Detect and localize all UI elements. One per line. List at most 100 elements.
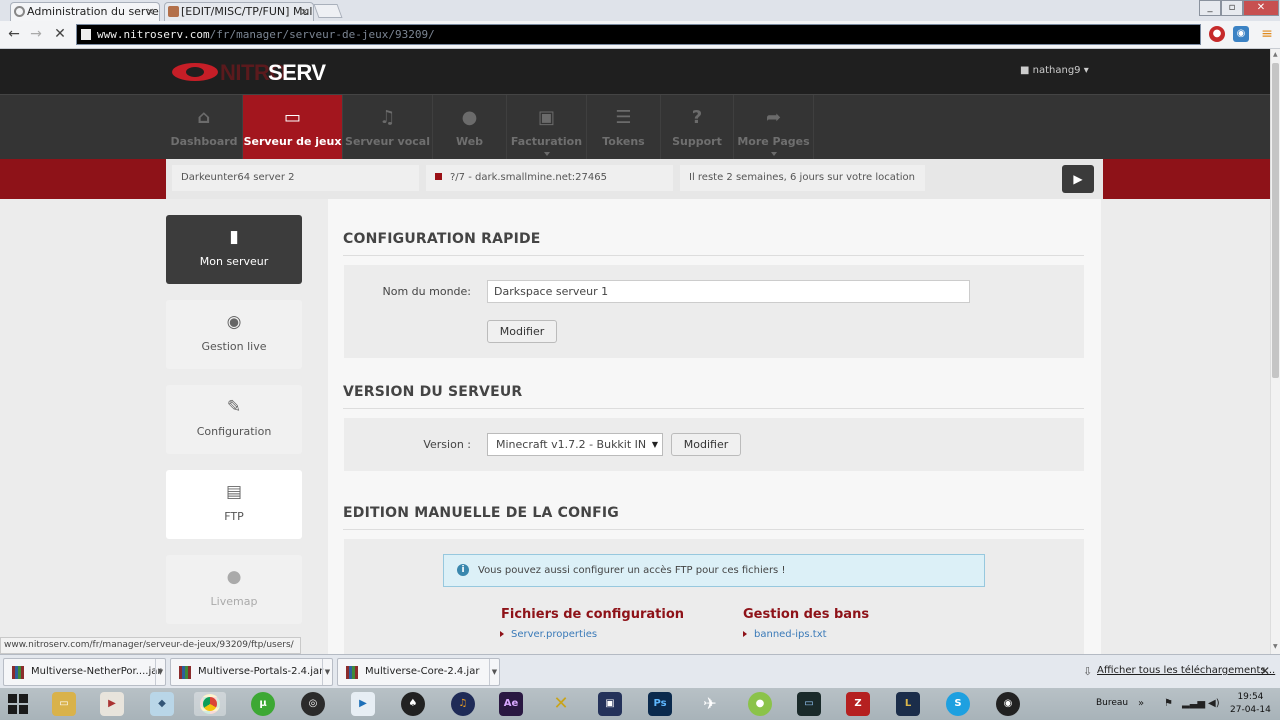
download-item[interactable]: Multiverse-NetherPor....jar ▼: [3, 658, 166, 686]
desktop-toolbar-label[interactable]: Bureau: [1096, 698, 1128, 708]
archive-icon: [346, 666, 358, 679]
config-file-link[interactable]: Server.properties: [500, 629, 597, 640]
app-icon[interactable]: ◎: [301, 692, 325, 716]
app-icon[interactable]: ✈: [698, 692, 722, 716]
new-tab-button[interactable]: [313, 4, 343, 18]
windows-start-icon[interactable]: [8, 694, 28, 714]
chevron-down-icon[interactable]: ▼: [322, 659, 332, 685]
sidebar-item-label: Configuration: [196, 425, 272, 438]
file-icon: ▤: [225, 482, 243, 502]
nav-label: Support: [672, 135, 722, 148]
url-path: /fr/manager/serveur-de-jeux/93209/: [209, 28, 435, 41]
app-icon[interactable]: ●: [748, 692, 772, 716]
page-scrollbar[interactable]: ▲ ▼: [1270, 49, 1280, 654]
chevron-down-icon: [543, 152, 550, 156]
sidebar-item-label: Mon serveur: [199, 255, 269, 268]
modifier-world-button[interactable]: Modifier: [487, 320, 557, 343]
app-icon[interactable]: ▭: [797, 692, 821, 716]
network-icon[interactable]: ▂▃▅: [1182, 698, 1205, 709]
file-explorer-icon[interactable]: ▭: [52, 692, 76, 716]
minimize-icon[interactable]: _: [1199, 0, 1221, 16]
close-icon[interactable]: ✕: [1260, 664, 1270, 678]
browser-tab[interactable]: [EDIT/MISC/TP/FUN] Mul ×: [164, 2, 314, 21]
tab-close-icon[interactable]: ×: [300, 3, 309, 20]
extension-icon[interactable]: ●: [1209, 26, 1225, 42]
flag-icon[interactable]: ⚑: [1164, 698, 1173, 709]
filezilla-icon[interactable]: Z: [846, 692, 870, 716]
nav-serveur-vocal[interactable]: ♫ Serveur vocal: [343, 95, 433, 160]
app-icon[interactable]: ♠: [401, 692, 425, 716]
nav-label: Serveur vocal: [345, 135, 430, 148]
chevron-down-icon[interactable]: ▼: [155, 659, 165, 685]
windows-taskbar: ▭ ▶ ◆ µ ◎ ▶ ♠ ♫ Ae ✕ ▣ Ps ✈ ● ▭ Z L S ◉ …: [0, 688, 1280, 720]
scroll-up-icon[interactable]: ▲: [1273, 51, 1278, 58]
window-close-icon[interactable]: ✕: [1243, 0, 1279, 16]
world-name-input[interactable]: Darkspace serveur 1: [487, 280, 970, 303]
maximize-icon[interactable]: ▫: [1221, 0, 1243, 16]
site-favicon-icon: [168, 6, 179, 17]
after-effects-icon[interactable]: Ae: [499, 692, 523, 716]
extension-icon[interactable]: ◉: [1233, 26, 1249, 42]
server-name: Darkeunter64 server 2: [172, 165, 419, 191]
obs-icon[interactable]: ◉: [996, 692, 1020, 716]
sidebar-item-gestion-live[interactable]: ◉ Gestion live: [166, 300, 302, 369]
forward-icon[interactable]: →: [27, 26, 45, 42]
section-title-quick-config: CONFIGURATION RAPIDE: [343, 231, 541, 247]
nav-web[interactable]: ● Web: [433, 95, 507, 160]
tab-close-icon[interactable]: ×: [146, 3, 155, 20]
play-icon[interactable]: ▶: [1062, 165, 1094, 193]
media-player-icon[interactable]: ▶: [100, 692, 124, 716]
sidebar-item-mon-serveur[interactable]: ▮ Mon serveur: [166, 215, 302, 284]
browser-tab-active[interactable]: Administration du serveu ×: [10, 2, 160, 21]
download-name: Multiverse-NetherPor....jar: [31, 666, 162, 677]
download-item[interactable]: Multiverse-Portals-2.4.jar ▼: [170, 658, 333, 686]
skype-icon[interactable]: S: [946, 692, 970, 716]
volume-icon[interactable]: ◀): [1208, 698, 1220, 709]
scrollbar-thumb[interactable]: [1272, 63, 1279, 378]
stop-icon[interactable]: ✕: [51, 26, 69, 42]
photoshop-icon[interactable]: Ps: [648, 692, 672, 716]
modifier-version-button[interactable]: Modifier: [671, 433, 741, 456]
nav-tokens[interactable]: ☰ Tokens: [587, 95, 661, 160]
globe-icon: ●: [226, 567, 242, 587]
config-files-title: Fichiers de configuration: [501, 607, 685, 622]
scroll-down-icon[interactable]: ▼: [1273, 643, 1278, 650]
app-icon[interactable]: ▶: [351, 692, 375, 716]
version-selected: Minecraft v1.7.2 - Bukkit IN: [496, 438, 647, 451]
menu-icon[interactable]: ≡: [1258, 26, 1276, 42]
rental-remaining: Il reste 2 semaines, 6 jours sur votre l…: [680, 165, 925, 191]
bans-file-link[interactable]: banned-ips.txt: [743, 629, 827, 640]
status-url: www.nitroserv.com/fr/manager/serveur-de-…: [0, 637, 301, 654]
nav-label: Web: [455, 135, 484, 148]
quick-config-panel: [344, 265, 1084, 358]
app-icon[interactable]: ◆: [150, 692, 174, 716]
nav-serveur-de-jeux[interactable]: ▭ Serveur de jeux: [243, 95, 343, 160]
chevron-up-icon[interactable]: »: [1138, 698, 1144, 709]
system-clock[interactable]: 19:54 27-04-14: [1230, 691, 1271, 717]
sidebar-item-livemap[interactable]: ● Livemap: [166, 555, 302, 624]
globe-icon: ●: [461, 107, 478, 128]
sidebar-item-configuration[interactable]: ✎ Configuration: [166, 385, 302, 454]
nav-support[interactable]: ? Support: [661, 95, 734, 160]
download-item[interactable]: Multiverse-Core-2.4.jar ▼: [337, 658, 500, 686]
version-select[interactable]: Minecraft v1.7.2 - Bukkit IN ▼: [487, 433, 663, 456]
main-nav: ⌂ Dashboard ▭ Serveur de jeux ♫ Serveur …: [0, 94, 1270, 160]
teamspeak-icon[interactable]: ♫: [451, 692, 475, 716]
app-icon[interactable]: ▣: [598, 692, 622, 716]
nav-more-pages[interactable]: ➦ More Pages: [734, 95, 814, 160]
dropdown-arrow-icon: ▼: [651, 440, 658, 449]
show-all-downloads-link[interactable]: Afficher tous les téléchargements...: [1097, 665, 1275, 676]
url-bar[interactable]: www.nitroserv.com/fr/manager/serveur-de-…: [76, 24, 1201, 45]
chevron-down-icon[interactable]: ▼: [489, 659, 499, 685]
nav-dashboard[interactable]: ⌂ Dashboard: [166, 95, 243, 160]
user-menu[interactable]: ■ nathang9 ▾: [1020, 65, 1089, 76]
tab-title: Administration du serveu: [27, 5, 160, 18]
app-icon[interactable]: ✕: [549, 692, 573, 716]
sidebar-item-label: FTP: [224, 510, 244, 523]
back-icon[interactable]: ←: [5, 26, 23, 42]
chrome-icon[interactable]: [194, 692, 226, 716]
nav-facturation[interactable]: ▣ Facturation: [507, 95, 587, 160]
utorrent-icon[interactable]: µ: [251, 692, 275, 716]
league-icon[interactable]: L: [896, 692, 920, 716]
sidebar-item-ftp[interactable]: ▤ FTP: [166, 470, 302, 539]
